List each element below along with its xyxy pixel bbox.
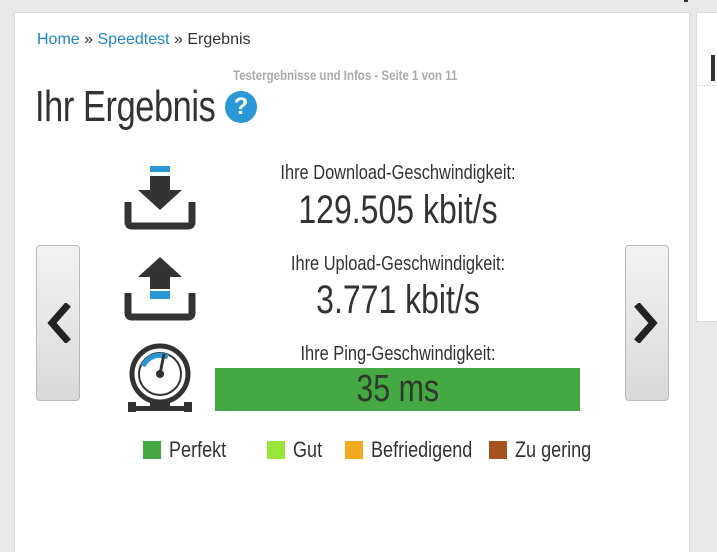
page-info: Testergebnisse und Infos - Seite 1 von 1… [233, 67, 458, 83]
rating-legend: Perfekt Gut Befriedigend Zu gering [143, 437, 605, 463]
breadcrumb: Home » Speedtest » Ergebnis [37, 31, 251, 49]
legend-label: Zu gering [515, 437, 592, 462]
breadcrumb-home-link[interactable]: Home [37, 31, 80, 48]
page-title: Ihr Ergebnis [35, 82, 216, 131]
download-label: Ihre Download-Geschwindigkeit: [280, 162, 516, 184]
legend-swatch [267, 441, 285, 459]
top-edge-mark [684, 0, 688, 2]
side-divider [697, 85, 717, 86]
side-heading-fragment [711, 55, 715, 81]
breadcrumb-current: Ergebnis [187, 31, 251, 48]
upload-icon [124, 257, 196, 321]
breadcrumb-speedtest-link[interactable]: Speedtest [98, 31, 170, 48]
legend-label: Perfekt [169, 437, 227, 462]
download-value: 129.505 kbit/s [298, 188, 498, 232]
upload-label: Ihre Upload-Geschwindigkeit: [290, 253, 506, 275]
gauge-icon [128, 343, 192, 412]
side-panel [696, 12, 717, 322]
chevron-right-icon [634, 303, 658, 343]
chevron-left-icon [47, 303, 71, 343]
legend-label: Befriedigend [371, 437, 473, 462]
breadcrumb-separator: » [84, 31, 94, 48]
ping-value: 35 ms [356, 368, 439, 410]
legend-item: Zu gering [489, 437, 595, 463]
legend-swatch [489, 441, 507, 459]
breadcrumb-separator: » [174, 31, 183, 48]
legend-item: Gut [267, 437, 335, 463]
prev-button[interactable] [36, 245, 80, 401]
title-row: Ihr Ergebnis ? [35, 82, 257, 132]
legend-swatch [345, 441, 363, 459]
download-icon [124, 166, 196, 230]
upload-value: 3.771 kbit/s [316, 278, 480, 322]
legend-item: Befriedigend [345, 437, 479, 463]
next-button[interactable] [625, 245, 669, 401]
legend-item: Perfekt [143, 437, 257, 463]
ping-result-bar: 35 ms [215, 368, 580, 411]
legend-label: Gut [293, 437, 323, 462]
legend-swatch [143, 441, 161, 459]
ping-label: Ihre Ping-Geschwindigkeit: [300, 343, 496, 365]
help-icon[interactable]: ? [225, 91, 257, 123]
